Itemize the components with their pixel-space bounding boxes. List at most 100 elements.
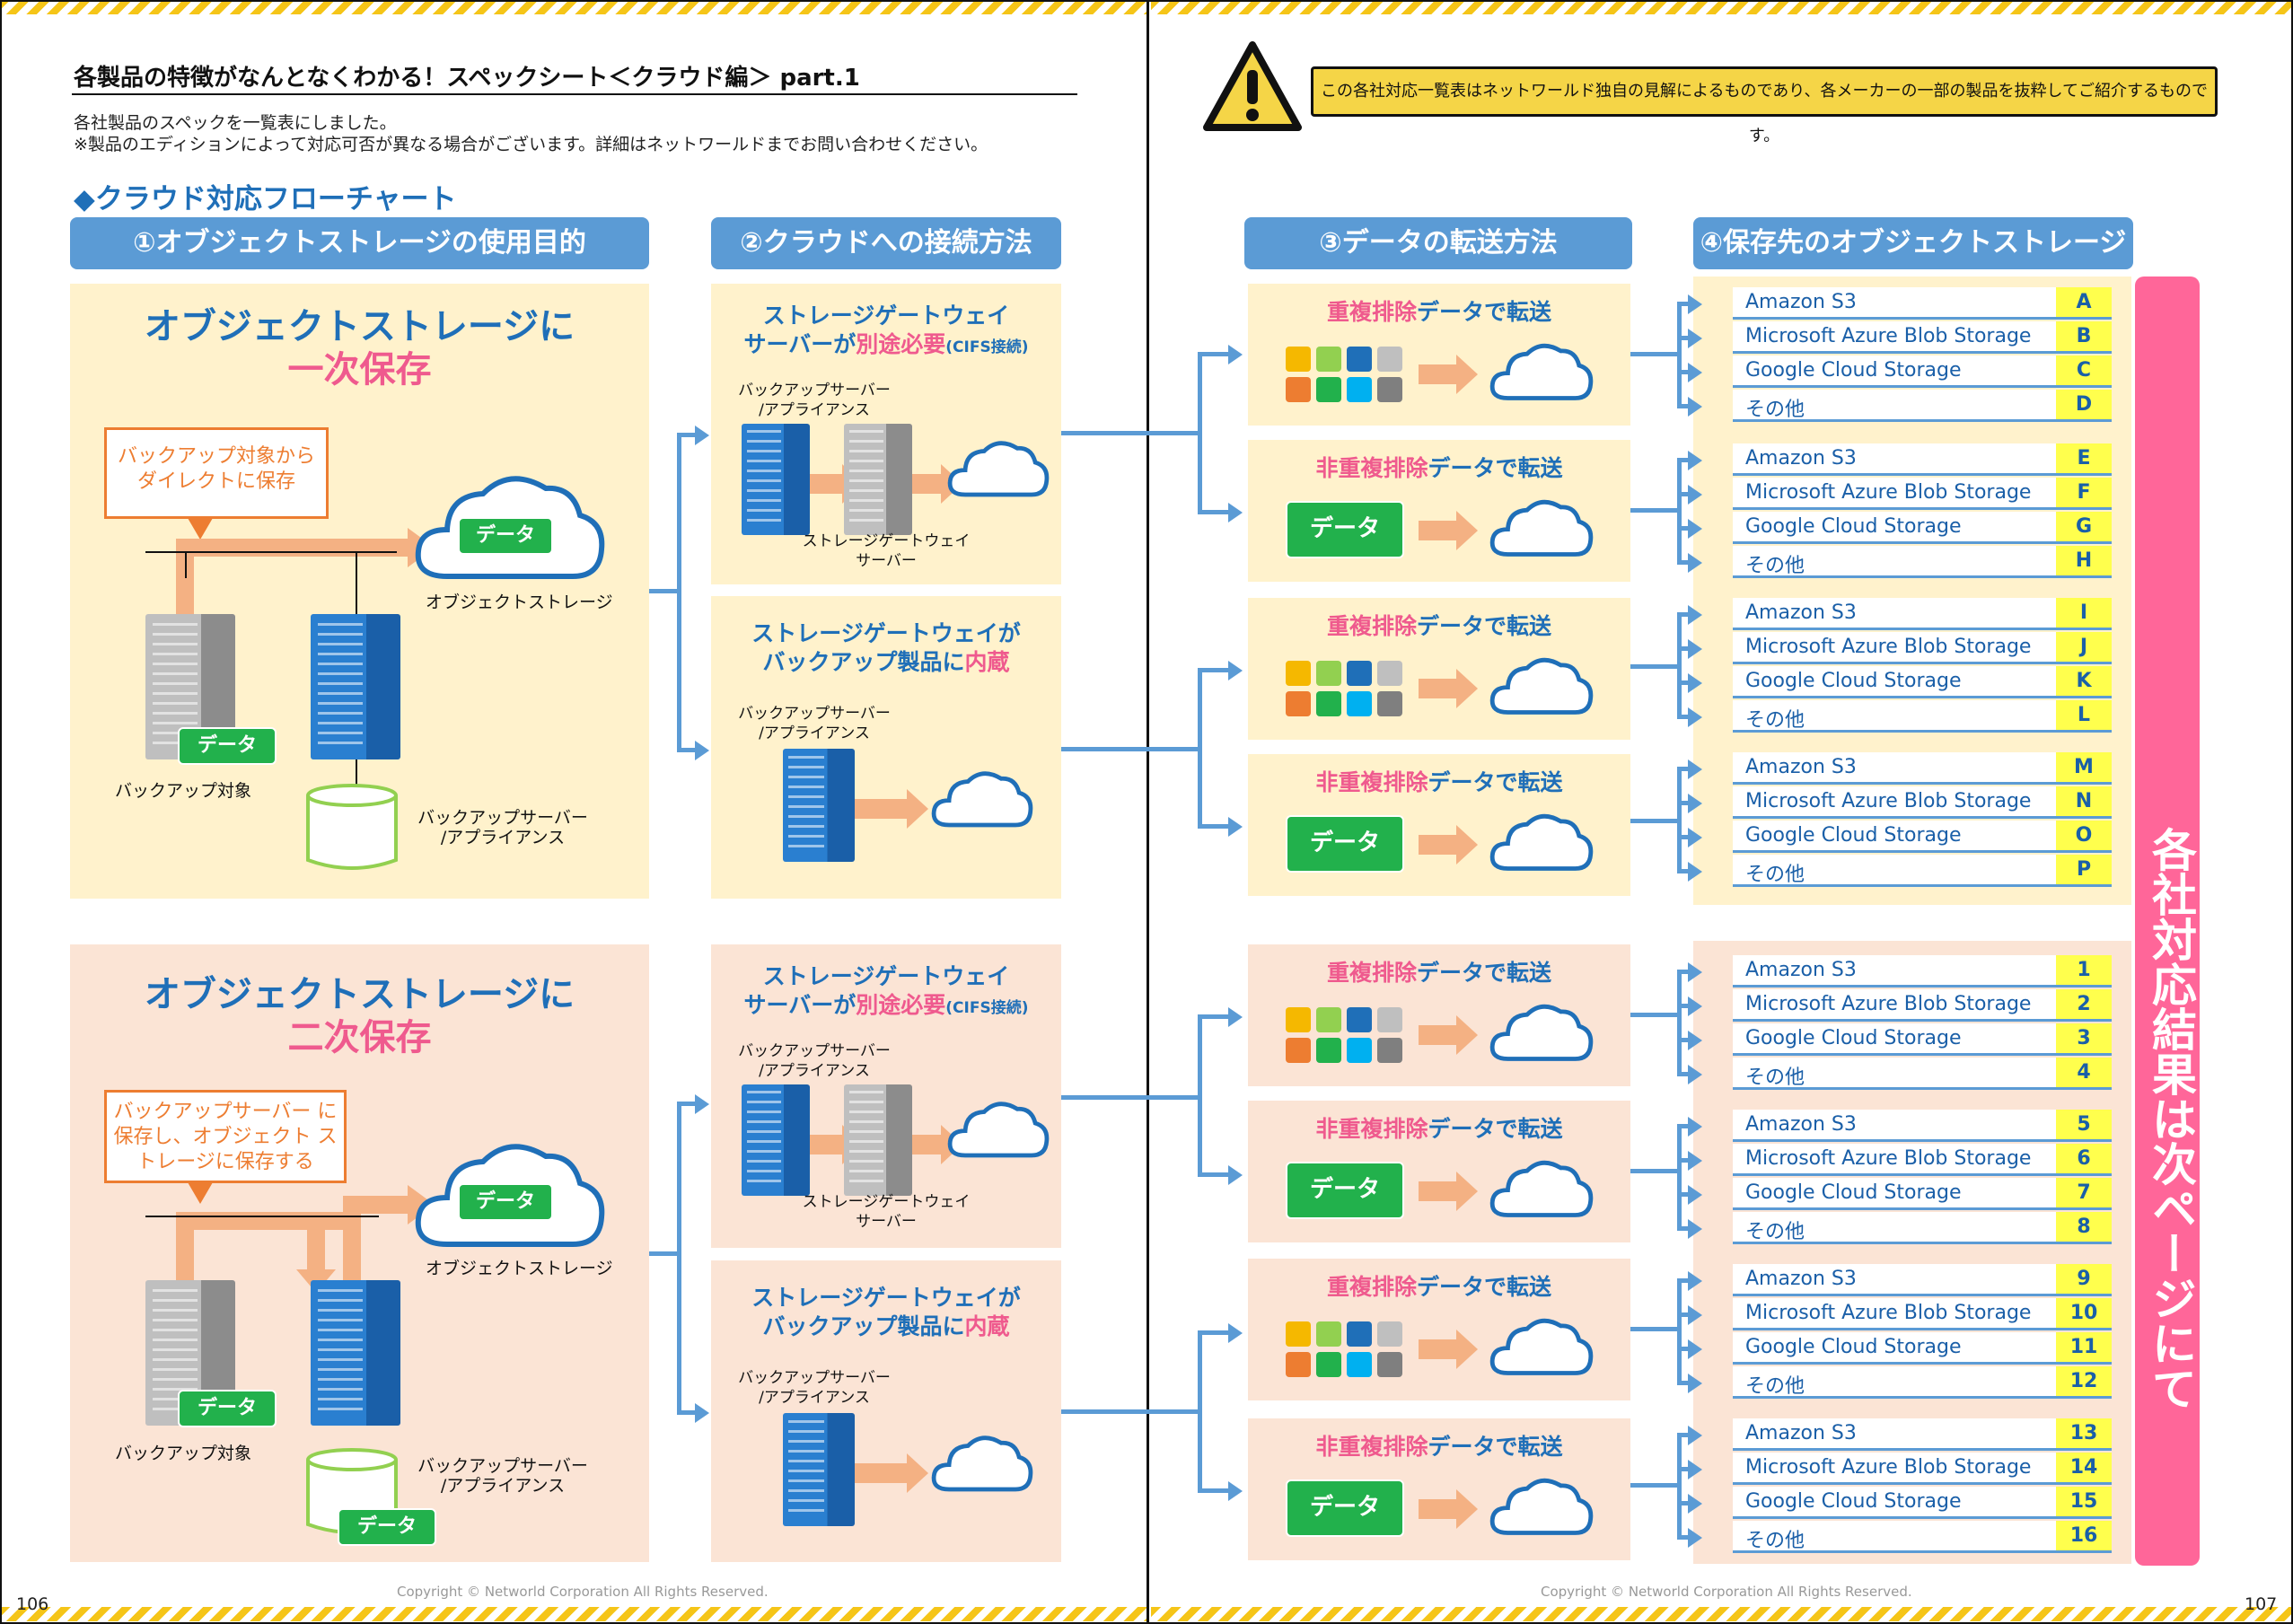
result-code: P	[2056, 855, 2112, 884]
result-code: 13	[2056, 1418, 2112, 1448]
transfer-panel: 非重複排除データで転送 データ	[1248, 440, 1630, 582]
storage-name: その他	[1745, 1530, 1805, 1552]
data-badge: データ	[1286, 1162, 1404, 1219]
connector-line	[1198, 824, 1230, 829]
data-badge: データ	[178, 1390, 277, 1427]
column-header-purpose: ①オブジェクトストレージの使用目的	[70, 217, 649, 269]
transfer-label: データで転送	[1417, 1274, 1552, 1300]
connector-arrowhead	[1688, 1374, 1702, 1393]
purpose-panel-primary: オブジェクトストレージに 一次保存 バックアップ対象から ダイレクトに保存 デー…	[70, 284, 649, 899]
connector-line	[1061, 747, 1198, 751]
flow-arrow	[855, 789, 928, 829]
dedup-label: 重複排除	[1326, 299, 1417, 325]
description-2: ※製品のエディションによって対応可否が異なる場合がございます。詳細はネットワール…	[74, 135, 988, 154]
storage-row: Google Cloud Storage 7	[1733, 1178, 2112, 1210]
storage-name: Microsoft Azure Blob Storage	[1745, 1302, 2032, 1324]
storage-name: その他	[1745, 1375, 1805, 1398]
connector-arrowhead	[695, 1403, 709, 1423]
result-code: 6	[2056, 1144, 2112, 1173]
flow-arrow	[810, 1125, 864, 1164]
connector-arrowhead	[1688, 1494, 1702, 1514]
storage-row: Google Cloud Storage K	[1733, 666, 2112, 698]
nondedup-label: 非重複排除	[1315, 1116, 1428, 1142]
connector-arrowhead	[1688, 1271, 1702, 1291]
purpose-primary-title: オブジェクトストレージに	[144, 306, 575, 347]
storage-row: Google Cloud Storage C	[1733, 356, 2112, 388]
result-code: L	[2056, 700, 2112, 730]
data-block	[1316, 1038, 1341, 1063]
transfer-label: データで転送	[1417, 960, 1552, 986]
backup-server-icon	[742, 1084, 810, 1196]
cloud-icon	[1489, 1474, 1595, 1542]
backup-server-icon	[742, 424, 810, 535]
storage-row: その他 16	[1733, 1521, 2112, 1553]
result-code: H	[2056, 546, 2112, 575]
result-code: 10	[2056, 1298, 2112, 1328]
data-block	[1286, 691, 1311, 716]
storage-name: Amazon S3	[1745, 1268, 1857, 1290]
connector-arrowhead	[1228, 1323, 1243, 1343]
copyright-left: Copyright © Networld Corporation All Rig…	[397, 1584, 769, 1600]
connector-arrowhead	[1228, 1481, 1243, 1501]
storage-name: その他	[1745, 1221, 1805, 1243]
connector-arrowhead	[1688, 1460, 1702, 1479]
result-code: 5	[2056, 1110, 2112, 1139]
connector-line	[1061, 431, 1198, 435]
data-badge: データ	[1286, 501, 1404, 558]
storage-row: その他 H	[1733, 546, 2112, 578]
storage-row: Google Cloud Storage G	[1733, 512, 2112, 544]
transfer-panel: 重複排除データで転送	[1248, 598, 1630, 740]
connector-arrowhead	[1688, 1528, 1702, 1548]
column-header-storage: ④保存先のオブジェクトストレージ	[1693, 217, 2133, 269]
connector-arrowhead	[1228, 661, 1243, 680]
connector-arrowhead	[1688, 862, 1702, 882]
warning-icon	[1203, 41, 1302, 131]
disk-icon	[305, 783, 399, 873]
title-rule	[72, 93, 1077, 95]
purpose-secondary-highlight: 二次保存	[287, 1017, 432, 1058]
storage-row: Microsoft Azure Blob Storage F	[1733, 478, 2112, 510]
data-block	[1286, 347, 1311, 372]
flow-arrow	[912, 1125, 962, 1164]
storage-name: Microsoft Azure Blob Storage	[1745, 993, 2032, 1015]
backup-target-label: バックアップ対象	[115, 781, 252, 801]
connection-panel: ストレージゲートウェイが バックアップ製品に内蔵 バックアップサーバー /アプライア…	[711, 596, 1061, 899]
gw-builtin-highlight: 内蔵	[964, 1313, 1010, 1339]
storage-name: Microsoft Azure Blob Storage	[1745, 636, 2032, 658]
storage-name: Microsoft Azure Blob Storage	[1745, 325, 2032, 347]
result-code: 8	[2056, 1212, 2112, 1242]
flow-arrow	[810, 464, 864, 504]
network-line	[145, 551, 397, 553]
connector-line	[1198, 1330, 1230, 1335]
backup-server-icon	[311, 1280, 400, 1426]
backup-server-label: バックアップサーバー /アプライアンス	[738, 1042, 891, 1080]
cloud-icon	[930, 767, 1034, 835]
gw-builtin-line2: バックアップ製品に	[762, 649, 965, 675]
dedup-label: 重複排除	[1326, 960, 1417, 986]
page-number-right: 107	[2245, 1594, 2278, 1614]
gateway-server-label: ストレージゲートウェイ サーバー	[802, 1193, 971, 1231]
storage-row: Amazon S3 I	[1733, 598, 2112, 630]
storage-name: Google Cloud Storage	[1745, 1490, 1962, 1513]
flow-arrow	[1419, 511, 1478, 550]
result-code: 4	[2056, 1058, 2112, 1087]
connector-line	[677, 433, 697, 437]
flow-arrow	[1419, 1489, 1478, 1529]
data-block	[1347, 1007, 1372, 1032]
gw-builtin-line1: ストレージゲートウェイが	[751, 1285, 1021, 1311]
connector-line	[1630, 1327, 1679, 1331]
data-block	[1286, 1007, 1311, 1032]
gw-required-highlight: 別途必要	[856, 992, 946, 1018]
secondary-callout: バックアップサーバー に保存し、オブジェクト ストレージに保存する	[104, 1090, 347, 1204]
nondedup-label: 非重複排除	[1315, 455, 1428, 481]
connector-arrowhead	[1688, 759, 1702, 779]
page-number-left: 106	[16, 1594, 49, 1614]
connector-arrowhead	[1688, 828, 1702, 847]
connector-arrowhead	[695, 741, 709, 760]
connector-arrowhead	[1228, 345, 1243, 364]
gateway-server-icon	[844, 424, 912, 535]
connector-arrowhead	[1688, 1065, 1702, 1084]
connector-line	[677, 1102, 681, 1415]
connector-line	[1630, 1483, 1679, 1488]
storage-name: Amazon S3	[1745, 291, 1857, 313]
